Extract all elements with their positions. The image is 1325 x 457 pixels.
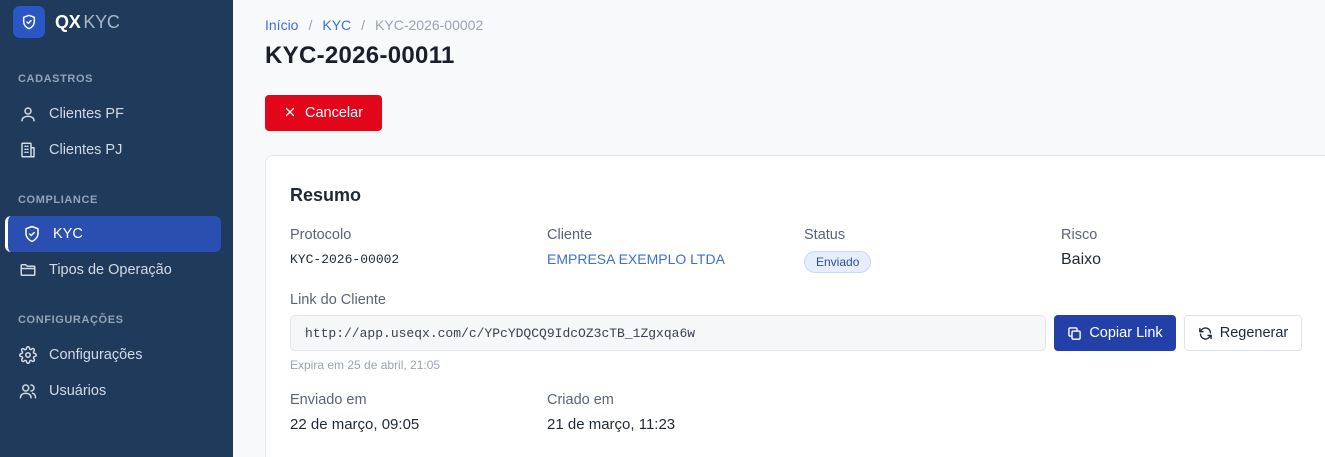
risk-label: Risco [1061,227,1098,243]
close-icon [284,105,296,121]
section-label-compliance: COMPLIANCE [18,194,98,206]
gear-icon [18,345,38,365]
brand-shield-icon [13,6,45,38]
summary-title: Resumo [290,185,362,205]
sidebar-item-label: KYC [53,226,83,242]
sidebar-item-label: Clientes PJ [49,142,123,158]
sidebar-item-clientes-pj[interactable]: Clientes PJ [5,132,221,168]
sidebar-item-configuracoes[interactable]: Configurações [5,337,221,373]
sidebar: QX KYC CADASTROS Clientes PF Clientes PJ … [0,0,233,457]
shield-icon [22,224,42,244]
client-link-label: Link do Cliente [290,292,386,308]
regenerate-button[interactable]: Regenerar [1184,315,1302,351]
breadcrumb: Início / KYC / KYC-2026-00002 [265,17,483,33]
main-content: Início / KYC / KYC-2026-00002 KYC-2026-0… [233,0,1325,457]
sent-label: Enviado em [290,392,367,408]
breadcrumb-kyc-link[interactable]: KYC [322,17,351,33]
folder-icon [18,260,38,280]
brand[interactable]: QX KYC [13,6,120,38]
section-label-configuracoes: CONFIGURAÇÕES [18,314,124,326]
users-icon [18,381,38,401]
sidebar-item-label: Usuários [49,383,107,399]
brand-name-bold: QX [55,11,81,32]
section-label-cadastros: CADASTROS [18,73,94,85]
breadcrumb-home-link[interactable]: Início [265,17,298,33]
sidebar-item-kyc[interactable]: KYC [5,216,221,252]
status-badge: Enviado [804,251,872,273]
page-title: KYC-2026-00011 [265,42,455,69]
sidebar-item-usuarios[interactable]: Usuários [5,373,221,409]
cancel-button[interactable]: Cancelar [265,95,382,131]
protocol-label: Protocolo [290,227,352,243]
brand-name: QX KYC [55,12,120,33]
user-icon [18,104,38,124]
copy-link-label: Copiar Link [1089,325,1163,341]
cancel-button-label: Cancelar [304,105,364,121]
sidebar-item-tipos-de-operacao[interactable]: Tipos de Operação [5,252,221,288]
breadcrumb-current: KYC-2026-00002 [375,17,484,33]
risk-value: Baixo [1061,251,1102,268]
client-link-field[interactable] [290,315,1046,351]
created-label: Criado em [547,392,614,408]
breadcrumb-separator: / [361,17,366,33]
status-label: Status [804,227,846,243]
created-value: 21 de março, 11:23 [547,416,676,433]
summary-card: Resumo Protocolo KYC-2026-00002 Cliente … [265,155,1325,457]
brand-name-light: KYC [83,11,120,32]
copy-link-button[interactable]: Copiar Link [1054,315,1176,351]
sidebar-item-clientes-pf[interactable]: Clientes PF [5,96,221,132]
client-link[interactable]: EMPRESA EXEMPLO LTDA [547,251,725,267]
sidebar-item-label: Clientes PF [49,106,124,122]
regenerate-label: Regenerar [1219,325,1289,341]
sent-value: 22 de março, 09:05 [290,416,420,433]
protocol-value: KYC-2026-00002 [290,252,400,267]
building-icon [18,140,38,160]
refresh-icon [1198,326,1213,341]
link-expiry-text: Expira em 25 de abril, 21:05 [290,358,441,372]
breadcrumb-separator: / [308,17,313,33]
client-label: Cliente [547,227,593,243]
sidebar-item-label: Configurações [49,347,143,363]
sidebar-item-label: Tipos de Operação [49,262,172,278]
copy-icon [1067,326,1082,341]
